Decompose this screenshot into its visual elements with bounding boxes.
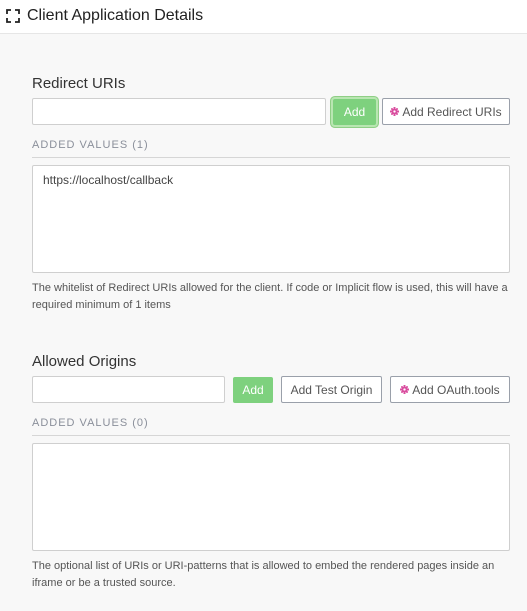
redirect-values-list[interactable]: https://localhost/callback [32, 165, 510, 273]
add-test-origin-label: Add Test Origin [290, 382, 373, 397]
add-test-origin-button[interactable]: Add Test Origin [281, 376, 382, 403]
add-oauth-tools-label: Add OAuth.tools [412, 382, 500, 397]
page-title: Client Application Details [27, 7, 204, 24]
allowed-origin-input[interactable] [32, 376, 225, 403]
origins-added-values-label: ADDED VALUES (0) [32, 417, 149, 429]
add-oauth-tools-button[interactable]: Add OAuth.tools [390, 376, 510, 403]
add-redirect-uri-button[interactable]: Add [333, 99, 376, 125]
redirect-divider [32, 157, 510, 158]
origins-values-list[interactable] [32, 443, 510, 551]
add-redirect-uris-label: Add Redirect URIs [402, 104, 502, 119]
page-header: Client Application Details [0, 0, 527, 34]
add-redirect-uris-button[interactable]: Add Redirect URIs [382, 98, 510, 125]
origins-divider [32, 435, 510, 436]
redirect-added-values-label: ADDED VALUES (1) [32, 139, 149, 151]
expand-icon[interactable] [6, 9, 20, 23]
redirect-value-item[interactable]: https://localhost/callback [43, 173, 499, 187]
redirect-help-text: The whitelist of Redirect URIs allowed f… [32, 282, 508, 311]
gear-icon [400, 385, 410, 394]
add-origin-button[interactable]: Add [233, 377, 273, 403]
allowed-origins-title: Allowed Origins [32, 353, 137, 370]
origins-help-text: The optional list of URIs or URI-pattern… [32, 560, 495, 589]
gear-icon [390, 107, 400, 116]
redirect-uris-title: Redirect URIs [32, 75, 126, 92]
redirect-uri-input[interactable] [32, 98, 326, 125]
